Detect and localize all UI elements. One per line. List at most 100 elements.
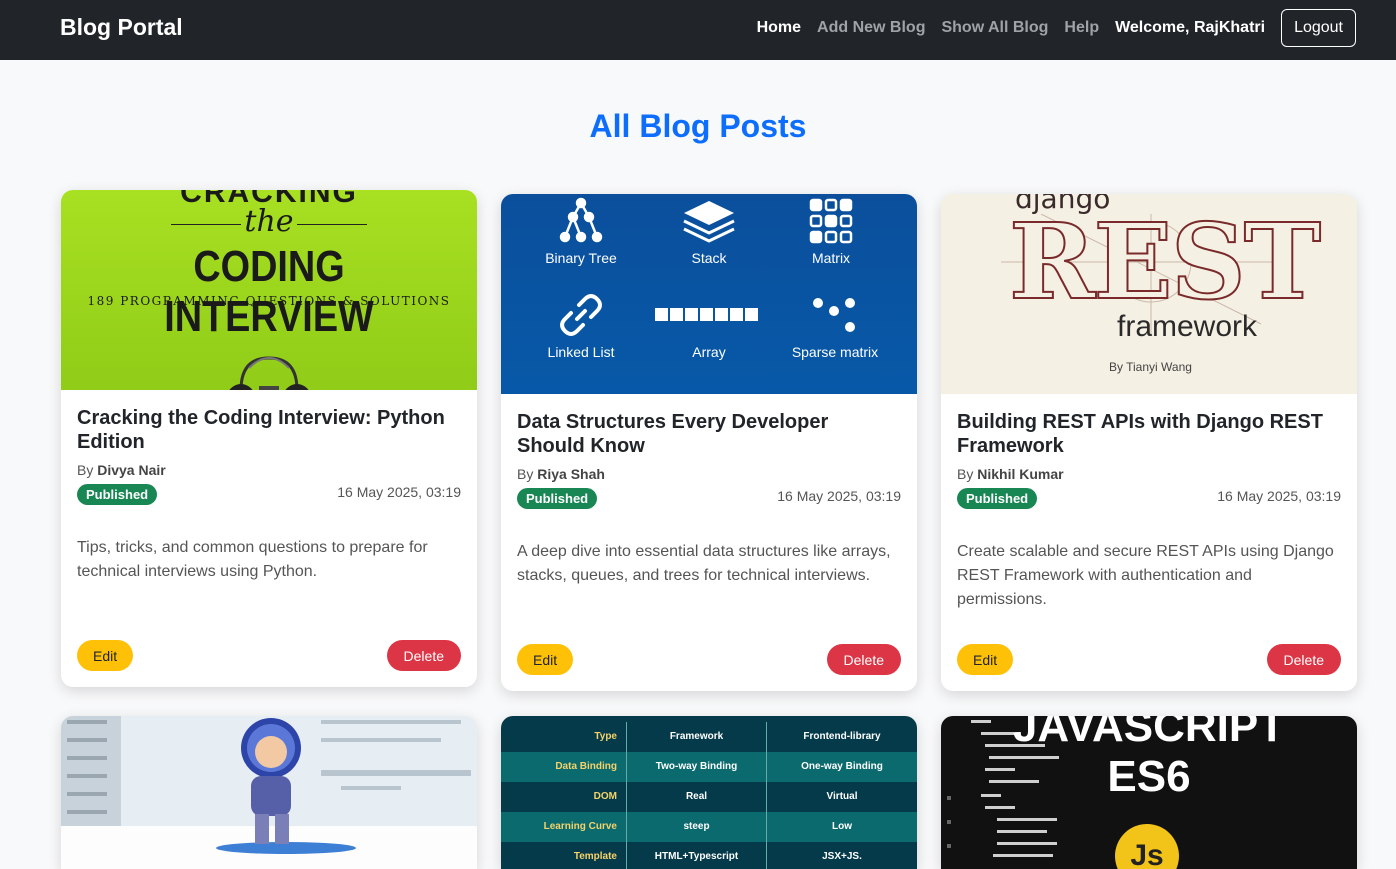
post-title[interactable]: Data Structures Every Developer Should K…	[517, 410, 901, 458]
nav-show-all-blog-link[interactable]: Show All Blog	[941, 19, 1048, 37]
ds-item: Array	[639, 290, 779, 360]
brand-logo[interactable]: Blog Portal	[60, 14, 183, 41]
table-row: Learning Curve steep Low	[501, 812, 917, 842]
author-line: By Nikhil Kumar	[957, 466, 1341, 482]
edit-button[interactable]: Edit	[77, 640, 134, 671]
table-row: Data Binding Two-way Binding One-way Bin…	[501, 752, 917, 782]
meta-row: Published 16 May 2025, 03:19	[517, 486, 901, 510]
cover-title: JAVASCRIPT ES6	[1011, 716, 1287, 802]
edit-button[interactable]: Edit	[517, 644, 574, 675]
card-body: Building REST APIs with Django REST Fram…	[941, 394, 1357, 691]
table-row: Type Framework Frontend-library	[501, 722, 917, 752]
blog-cover-image: Type Framework Frontend-library Data Bin…	[501, 716, 917, 869]
table-cell: Data Binding	[501, 752, 627, 782]
cover-text-framework: framework	[1117, 310, 1258, 343]
post-title[interactable]: Building REST APIs with Django REST Fram…	[957, 410, 1341, 458]
nav-links: Home Add New Blog Show All Blog Help Wel…	[741, 8, 1356, 48]
status-badge: Published	[957, 488, 1038, 509]
cover-text-main: CODING INTERVIEW	[164, 242, 374, 341]
table-row: DOM Real Virtual	[501, 782, 917, 812]
nav-home-link[interactable]: Home	[757, 19, 801, 37]
table-cell: Frontend-library	[803, 731, 881, 742]
author-name: Nikhil Kumar	[977, 466, 1064, 482]
table-cell: DOM	[501, 782, 627, 812]
delete-button[interactable]: Delete	[1266, 644, 1341, 675]
cover-text-sub: 189 PROGRAMMING QUESTIONS & SOLUTIONS	[87, 294, 451, 308]
table-cell: Learning Curve	[501, 812, 627, 842]
edit-button[interactable]: Edit	[957, 644, 1014, 675]
logout-button[interactable]: Logout	[1281, 9, 1356, 47]
blog-cover-image: CRACKING the CODING INTERVIEW 189 PROGRA…	[61, 190, 477, 390]
alarm-clock-icon	[229, 356, 309, 390]
meta-row: Published 16 May 2025, 03:19	[957, 486, 1341, 510]
post-date: 16 May 2025, 03:19	[337, 484, 461, 500]
ds-item: Stack	[639, 196, 779, 266]
matrix-icon	[761, 196, 901, 246]
mascot-illustration	[61, 716, 477, 869]
meta-row: Published 16 May 2025, 03:19	[77, 482, 461, 506]
author-prefix: By	[77, 462, 94, 478]
ds-label: Sparse matrix	[791, 344, 879, 360]
table-cell: Framework	[627, 722, 767, 752]
cover-title-line: ES6	[1107, 752, 1191, 801]
comparison-table: Type Framework Frontend-library Data Bin…	[501, 722, 917, 869]
cover-divider	[297, 224, 367, 225]
table-cell: JSX+JS.	[822, 851, 862, 862]
top-navbar: Blog Portal Home Add New Blog Show All B…	[0, 0, 1396, 60]
blog-card: JAVASCRIPT ES6 Js	[941, 716, 1357, 869]
blog-card	[61, 716, 477, 869]
blog-cover-image: JAVASCRIPT ES6 Js	[941, 716, 1357, 869]
binary-tree-icon	[511, 196, 651, 246]
array-icon	[639, 290, 779, 340]
ds-item: Matrix	[761, 196, 901, 266]
post-date: 16 May 2025, 03:19	[777, 488, 901, 504]
card-body: Cracking the Coding Interview: Python Ed…	[61, 390, 477, 687]
page-title: All Blog Posts	[589, 108, 807, 144]
post-title[interactable]: Cracking the Coding Interview: Python Ed…	[77, 406, 461, 454]
post-date: 16 May 2025, 03:19	[1217, 488, 1341, 504]
ds-label: Binary Tree	[545, 250, 617, 266]
delete-button[interactable]: Delete	[826, 644, 901, 675]
ds-item: Sparse matrix	[765, 290, 905, 360]
table-cell: One-way Binding	[801, 761, 883, 772]
ds-label: Stack	[691, 250, 727, 266]
table-cell: Template	[501, 842, 627, 869]
nav-help-link[interactable]: Help	[1064, 19, 1099, 37]
cover-text-author: By Tianyi Wang	[1109, 360, 1192, 374]
cover-text-big: REST	[1008, 199, 1322, 324]
table-cell: steep	[627, 812, 767, 842]
blog-card: Binary Tree Stack Matrix Linked List Arr…	[501, 194, 917, 691]
blog-cover-image	[61, 716, 477, 869]
cover-text-the: the	[244, 204, 294, 239]
delete-button[interactable]: Delete	[386, 640, 461, 671]
ds-item: Binary Tree	[511, 196, 651, 266]
post-description: Create scalable and secure REST APIs usi…	[957, 543, 1334, 608]
table-row: Template HTML+Typescript JSX+JS.	[501, 842, 917, 869]
ds-label: Array	[692, 344, 726, 360]
card-body: Data Structures Every Developer Should K…	[501, 394, 917, 691]
author-prefix: By	[957, 466, 974, 482]
link-icon	[511, 290, 651, 340]
blog-card: CRACKING the CODING INTERVIEW 189 PROGRA…	[61, 190, 477, 687]
table-cell: HTML+Typescript	[627, 842, 767, 869]
table-cell: Virtual	[826, 791, 858, 802]
js-logo-badge: Js	[1115, 824, 1179, 869]
status-badge: Published	[77, 484, 158, 505]
welcome-text: Welcome, RajKhatri	[1115, 19, 1266, 36]
ds-item: Linked List	[511, 290, 651, 360]
table-cell: Type	[501, 722, 627, 752]
blog-cover-image: Binary Tree Stack Matrix Linked List Arr…	[501, 194, 917, 394]
table-cell: Two-way Binding	[627, 752, 767, 782]
table-cell: Low	[832, 821, 852, 832]
author-prefix: By	[517, 466, 534, 482]
sparse-matrix-icon	[765, 290, 905, 340]
post-description: Tips, tricks, and common questions to pr…	[77, 539, 428, 580]
author-name: Riya Shah	[537, 466, 605, 482]
author-line: By Riya Shah	[517, 466, 901, 482]
status-badge: Published	[517, 488, 598, 509]
blog-card: django REST framework By Tianyi Wang Bui…	[941, 194, 1357, 691]
nav-add-blog-link[interactable]: Add New Blog	[817, 19, 925, 37]
stack-layers-icon	[639, 196, 779, 246]
ds-label: Linked List	[547, 344, 615, 360]
author-line: By Divya Nair	[77, 462, 461, 478]
